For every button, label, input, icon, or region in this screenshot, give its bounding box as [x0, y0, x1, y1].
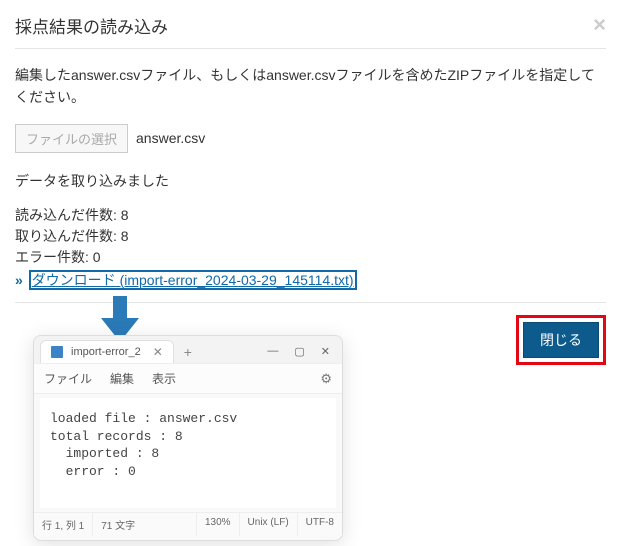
status-chars: 71 文字	[93, 513, 197, 536]
download-link[interactable]: ダウンロード (import-error_2024-03-29_145114.t…	[29, 270, 357, 290]
tab-close-icon[interactable]: ✕	[153, 345, 163, 359]
minimize-icon[interactable]: —	[267, 345, 278, 358]
file-select-button[interactable]: ファイルの選択	[15, 124, 128, 153]
close-button[interactable]: 閉じる	[523, 322, 599, 358]
window-controls: — ▢ ✕	[267, 345, 336, 358]
maximize-icon[interactable]: ▢	[294, 345, 304, 358]
notepad-tab-title: import-error_2	[71, 346, 141, 358]
count-errors: エラー件数: 0	[15, 247, 606, 268]
import-status-message: データを取り込みました	[15, 171, 606, 191]
file-select-row: ファイルの選択 answer.csv	[15, 124, 606, 153]
instruction-text: 編集したanswer.csvファイル、もしくはanswer.csvファイルを含め…	[15, 64, 606, 109]
count-imported: 取り込んだ件数: 8	[15, 226, 606, 247]
notepad-statusbar: 行 1, 列 1 71 文字 130% Unix (LF) UTF-8	[34, 512, 342, 536]
dialog-header: 採点結果の読み込み ×	[15, 12, 606, 49]
notepad-menubar: ファイル 編集 表示 ⚙	[34, 363, 342, 394]
new-tab-icon[interactable]: +	[180, 344, 196, 360]
gear-icon[interactable]: ⚙	[320, 371, 332, 387]
status-eol: Unix (LF)	[240, 513, 298, 536]
window-close-icon[interactable]: ✕	[321, 345, 330, 358]
count-read: 読み込んだ件数: 8	[15, 205, 606, 226]
notepad-tab[interactable]: import-error_2 ✕	[40, 340, 174, 363]
notepad-app-icon	[51, 346, 63, 358]
selected-file-label: answer.csv	[136, 130, 205, 146]
dialog-title: 採点結果の読み込み	[15, 13, 168, 38]
notepad-titlebar: import-error_2 ✕ + — ▢ ✕	[34, 336, 342, 363]
download-row: » ダウンロード (import-error_2024-03-29_145114…	[15, 270, 606, 290]
status-zoom: 130%	[197, 513, 240, 536]
download-prefix-icon: »	[15, 272, 23, 288]
status-position: 行 1, 列 1	[34, 513, 93, 536]
menu-file[interactable]: ファイル	[44, 370, 92, 387]
import-counts: 読み込んだ件数: 8 取り込んだ件数: 8 エラー件数: 0	[15, 205, 606, 268]
notepad-window: import-error_2 ✕ + — ▢ ✕ ファイル 編集 表示 ⚙ lo…	[33, 335, 343, 541]
menu-edit[interactable]: 編集	[110, 370, 134, 387]
import-results-dialog: 採点結果の読み込み × 編集したanswer.csvファイル、もしくはanswe…	[0, 0, 621, 377]
notepad-content[interactable]: loaded file : answer.csv total records :…	[40, 398, 336, 508]
status-encoding: UTF-8	[298, 513, 342, 536]
close-button-highlight: 閉じる	[516, 315, 606, 365]
menu-view[interactable]: 表示	[152, 370, 176, 387]
close-icon[interactable]: ×	[593, 12, 606, 38]
